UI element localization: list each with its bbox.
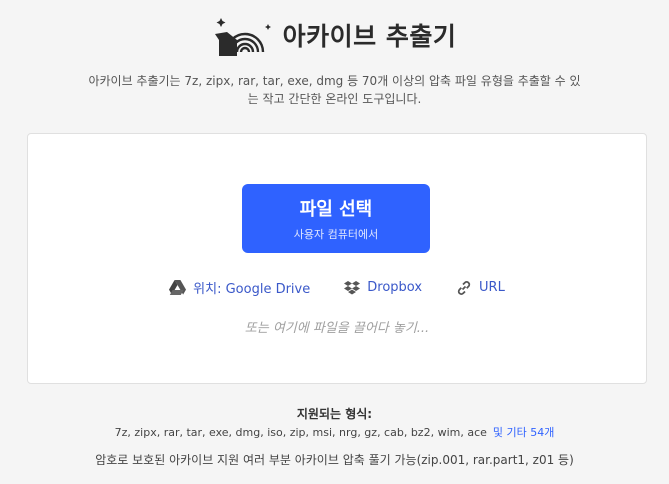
select-file-label: 파일 선택	[299, 199, 373, 220]
link-icon	[457, 280, 471, 295]
upload-card[interactable]: 파일 선택 사용자 컴퓨터에서 위치: Google Drive Dropbox	[27, 133, 647, 384]
select-file-sublabel: 사용자 컴퓨터에서	[293, 228, 379, 241]
feature-note: 암호로 보호된 아카이브 지원 여러 부분 아카이브 압축 풀기 가능(zip.…	[95, 453, 574, 467]
supported-formats-list: 7z, zipx, rar, tar, exe, dmg, iso, zip, …	[0, 424, 669, 440]
dropbox-label: Dropbox	[367, 280, 423, 295]
page-title: 아카이브 추출기	[282, 22, 457, 51]
box-rainbow-icon	[214, 18, 271, 56]
url-link[interactable]: URL	[456, 278, 505, 297]
google-drive-icon	[169, 280, 187, 295]
drop-zone-hint: 또는 여기에 파일을 끌어다 놓기...	[244, 321, 430, 336]
description: 아카이브 추출기는 7z, zipx, rar, tar, exe, dmg 등…	[60, 72, 609, 108]
formats-list-text: 7z, zipx, rar, tar, exe, dmg, iso, zip, …	[114, 426, 487, 439]
supported-formats-title: 지원되는 형식:	[296, 407, 373, 421]
more-formats-link[interactable]: 및 기타 54개	[493, 426, 554, 439]
select-file-button[interactable]: 파일 선택 사용자 컴퓨터에서	[242, 184, 430, 253]
description-line-1: 아카이브 추출기는 7z, zipx, rar, tar, exe, dmg 등…	[88, 74, 581, 88]
google-drive-label: 위치: Google Drive	[193, 282, 311, 297]
google-drive-link[interactable]: 위치: Google Drive	[169, 278, 310, 297]
dropbox-icon	[344, 280, 361, 294]
header: 아카이브 추출기	[0, 10, 669, 60]
description-line-2: 는 작고 간단한 온라인 도구입니다.	[247, 92, 422, 106]
source-options: 위치: Google Drive Dropbox URL	[28, 278, 646, 297]
url-label: URL	[479, 280, 505, 295]
dropbox-link[interactable]: Dropbox	[344, 278, 422, 297]
